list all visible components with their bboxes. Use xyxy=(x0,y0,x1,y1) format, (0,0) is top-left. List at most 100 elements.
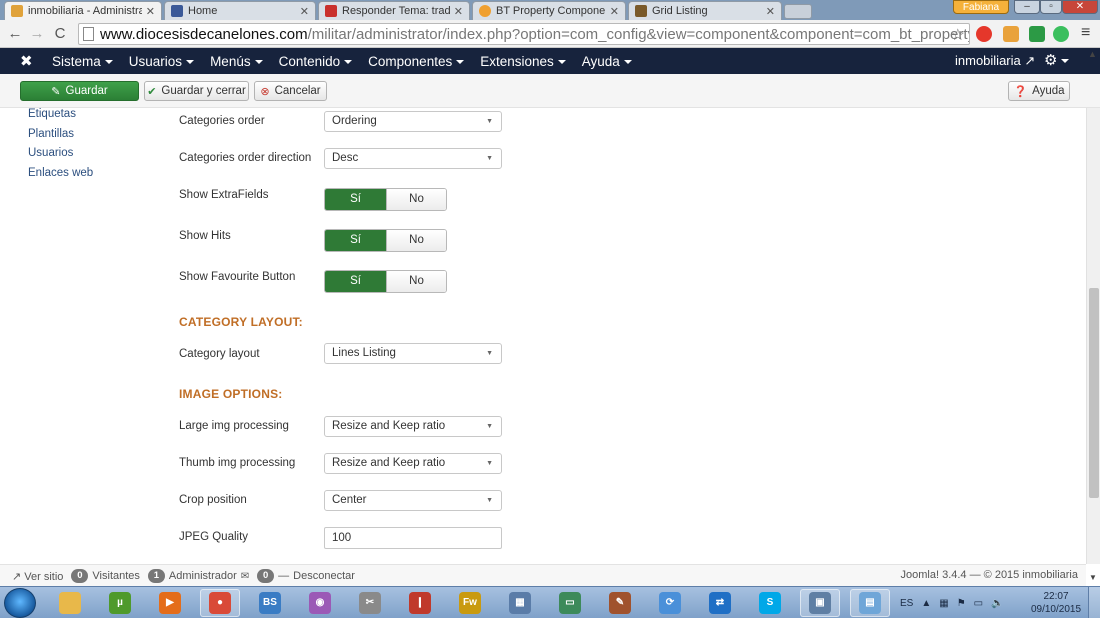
taskbar-app-remote-desktop[interactable]: ▣ xyxy=(800,589,840,617)
show-hits-no[interactable]: No xyxy=(386,230,446,251)
bookmark-star-icon[interactable]: ☆ xyxy=(951,25,965,44)
tab-responder[interactable]: Responder Tema: traducci ✕ xyxy=(318,1,470,20)
taskbar-app-explorer[interactable] xyxy=(50,589,90,617)
taskbar-app-paint-tool[interactable]: ✎ xyxy=(600,589,640,617)
language-indicator[interactable]: ES xyxy=(900,598,913,609)
taskbar-app-lipstick[interactable]: ❙ xyxy=(400,589,440,617)
url-bar[interactable]: www.diocesisdecanelones.com/militar/admi… xyxy=(78,23,970,45)
taskbar-app-grid-app[interactable]: ▦ xyxy=(500,589,540,617)
categories-order-select[interactable]: Ordering ▼ xyxy=(324,111,502,132)
show-hits-yes[interactable]: Sí xyxy=(325,230,386,251)
close-icon[interactable]: ✕ xyxy=(146,5,155,18)
back-icon[interactable]: ← xyxy=(6,25,24,42)
taskbar-app-skype[interactable]: S xyxy=(750,589,790,617)
taskbar-app-picasa[interactable]: ◉ xyxy=(300,589,340,617)
profile-badge[interactable]: Fabiana xyxy=(953,0,1009,14)
volume-icon[interactable]: 🔈 xyxy=(991,598,1003,609)
network-icon[interactable]: ▦ xyxy=(939,598,948,609)
green-extension-icon[interactable] xyxy=(1053,26,1069,42)
site-link[interactable]: inmobiliaria ↗ xyxy=(955,53,1035,69)
taskbar-app-tool[interactable]: ✂ xyxy=(350,589,390,617)
tab-home[interactable]: Home ✕ xyxy=(164,1,316,20)
show-favourite-no[interactable]: No xyxy=(386,271,446,292)
tab-bt-property[interactable]: BT Property Component - ✕ xyxy=(472,1,626,20)
page-scrollbar[interactable] xyxy=(1086,108,1100,564)
menu-usuarios[interactable]: Usuarios xyxy=(129,54,195,69)
menu-ayuda[interactable]: Ayuda xyxy=(582,54,632,69)
thumb-img-select[interactable]: Resize and Keep ratio ▼ xyxy=(324,453,502,474)
taskbar-app-notepad[interactable]: ▤ xyxy=(850,589,890,617)
large-img-select[interactable]: Resize and Keep ratio ▼ xyxy=(324,416,502,437)
system-tray: ES ▲ ▦ ⚑ ▭ 🔈 xyxy=(900,587,1004,618)
categories-order-direction-select[interactable]: Desc ▼ xyxy=(324,148,502,169)
admin-navbar: ✖ Sistema Usuarios Menús Contenido Compo… xyxy=(0,48,1100,74)
menu-componentes[interactable]: Componentes xyxy=(368,54,465,69)
show-desktop-button[interactable] xyxy=(1088,587,1100,618)
chrome-menu-icon[interactable]: ≡ xyxy=(1081,24,1090,42)
taskbar-app-fireworks[interactable]: Fw xyxy=(450,589,490,617)
windows-start-icon[interactable] xyxy=(4,588,36,618)
tab-admin[interactable]: inmobiliaria - Administrac ✕ xyxy=(4,1,162,20)
save-close-button[interactable]: ✔ Guardar y cerrar xyxy=(144,81,249,101)
close-icon[interactable]: ✕ xyxy=(610,5,619,18)
jpeg-quality-input[interactable]: 100 xyxy=(324,527,502,549)
forward-icon[interactable]: → xyxy=(28,25,46,42)
show-favourite-yes[interactable]: Sí xyxy=(325,271,386,292)
monitor-icon[interactable]: ▭ xyxy=(974,598,983,609)
flag-icon[interactable]: ⚑ xyxy=(957,598,966,609)
scrollbar-thumb[interactable] xyxy=(1089,288,1099,498)
logout-link[interactable]: Desconectar xyxy=(293,570,355,582)
menu-sistema[interactable]: Sistema xyxy=(52,54,113,69)
sidebar-item-enlaces-web[interactable]: Enlaces web xyxy=(28,165,93,185)
taskbar-clock[interactable]: 22:07 09/10/2015 xyxy=(1030,590,1082,616)
category-layout-select[interactable]: Lines Listing ▼ xyxy=(324,343,502,364)
messages-count-badge[interactable]: 0 xyxy=(257,569,275,583)
scroll-up-arrow-icon[interactable]: ▲ xyxy=(1088,49,1097,59)
close-icon[interactable]: ✕ xyxy=(300,5,309,18)
envelope-icon[interactable]: ✉ xyxy=(241,571,249,582)
save-button[interactable]: ✎ Guardar xyxy=(20,81,139,101)
maximize-button[interactable]: ▫ xyxy=(1040,0,1062,14)
taskbar-app-utorrent[interactable]: µ xyxy=(100,589,140,617)
taskbar-app-sync-app[interactable]: ⟳ xyxy=(650,589,690,617)
show-extrafields-yes[interactable]: Sí xyxy=(325,189,386,210)
show-extrafields-no[interactable]: No xyxy=(386,189,446,210)
menu-contenido[interactable]: Contenido xyxy=(279,54,353,69)
reload-icon[interactable]: C xyxy=(51,25,69,42)
sync-app-icon: ⟳ xyxy=(659,592,681,614)
chevron-down-icon: ▼ xyxy=(486,118,493,125)
skype-icon: S xyxy=(759,592,781,614)
tray-expand-icon[interactable]: ▲ xyxy=(921,598,931,609)
joomla-logo-icon[interactable]: ✖ xyxy=(20,52,33,70)
minimize-button[interactable]: – xyxy=(1014,0,1040,14)
tab-grid-listing[interactable]: Grid Listing ✕ xyxy=(628,1,782,20)
menu-extensiones[interactable]: Extensiones xyxy=(480,54,566,69)
crop-position-select[interactable]: Center ▼ xyxy=(324,490,502,511)
visitors-count-badge: 0 xyxy=(71,569,89,583)
sidebar-item-etiquetas[interactable]: Etiquetas xyxy=(28,106,93,126)
close-icon[interactable]: ✕ xyxy=(454,5,463,18)
new-tab-button[interactable] xyxy=(784,4,812,19)
taskbar-app-media-player[interactable]: ▶ xyxy=(150,589,190,617)
taskbar-app-bs-player[interactable]: BS xyxy=(250,589,290,617)
grid-favicon-icon xyxy=(635,5,647,17)
menu-menus[interactable]: Menús xyxy=(210,54,263,69)
settings-gear-icon[interactable]: ⚙ xyxy=(1044,51,1070,69)
sidebar-item-plantillas[interactable]: Plantillas xyxy=(28,126,93,146)
taskbar-app-teamviewer[interactable]: ⇄ xyxy=(700,589,740,617)
opera-extension-icon[interactable] xyxy=(976,26,992,42)
admins-label: Administrador xyxy=(168,570,237,582)
taskbar-app-photo-viewer[interactable]: ▭ xyxy=(550,589,590,617)
scroll-down-arrow-icon[interactable]: ▼ xyxy=(1089,573,1097,582)
tool-icon: ✂ xyxy=(359,592,381,614)
close-icon[interactable]: ✕ xyxy=(766,5,775,18)
windows-taskbar: µ ▶ ● BS ◉ ✂ ❙ Fw ▦ ▭ ✎ ⟳ ⇄ S ▣ ▤ ES ▲ ▦ ⚑ ▭ 🔈 22:07 09… xyxy=(0,586,1100,618)
help-button[interactable]: ❓ Ayuda xyxy=(1008,81,1070,101)
view-site-link[interactable]: ↗ Ver sitio xyxy=(12,570,63,583)
window-close-button[interactable]: ✕ xyxy=(1062,0,1098,14)
taskbar-app-chrome[interactable]: ● xyxy=(200,589,240,617)
extension-icon[interactable] xyxy=(1003,26,1019,42)
cancel-button[interactable]: ⊗ Cancelar xyxy=(254,81,327,101)
pen-extension-icon[interactable] xyxy=(1029,26,1045,42)
sidebar-item-usuarios[interactable]: Usuarios xyxy=(28,145,93,165)
